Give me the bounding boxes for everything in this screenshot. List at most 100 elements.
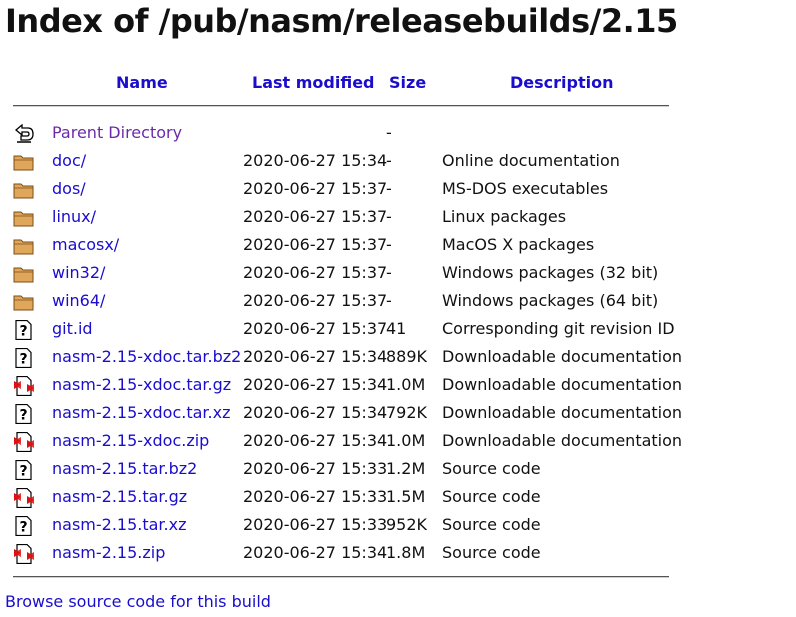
row-date: 2020-06-27 15:33 [243, 515, 388, 534]
table-row: ? nasm-2.15.tar.bz2 2020-06-27 15:33 1.2… [0, 455, 700, 483]
unknown-file-icon: ? [15, 348, 32, 368]
row-date: 2020-06-27 15:34 [243, 543, 388, 562]
row-size: - [386, 207, 392, 226]
unknown-file-icon: ? [15, 404, 32, 424]
row-description: Downloadable documentation [442, 375, 683, 394]
table-row: doc/ 2020-06-27 15:34 - Online documenta… [0, 147, 700, 175]
file-link[interactable]: nasm-2.15-xdoc.zip [52, 427, 209, 455]
svg-text:?: ? [19, 352, 27, 368]
table-row: nasm-2.15-xdoc.zip 2020-06-27 15:34 1.0M… [0, 427, 700, 455]
file-link[interactable]: nasm-2.15-xdoc.tar.gz [52, 371, 231, 399]
table-row: win32/ 2020-06-27 15:37 - Windows packag… [0, 259, 700, 287]
table-row: nasm-2.15.tar.gz 2020-06-27 15:33 1.5M S… [0, 483, 700, 511]
row-date: 2020-06-27 15:34 [243, 403, 388, 422]
compressed-file-icon [14, 544, 34, 564]
row-size: - [386, 291, 392, 310]
row-date: 2020-06-27 15:37 [243, 235, 388, 254]
compressed-file-icon [14, 376, 34, 396]
row-size: 792K [386, 403, 428, 422]
table-row: macosx/ 2020-06-27 15:37 - MacOS X packa… [0, 231, 700, 259]
row-size: 1.2M [386, 459, 426, 478]
folder-icon [13, 155, 34, 171]
folder-icon [13, 295, 34, 311]
file-link[interactable]: git.id [52, 315, 93, 343]
row-size: 41 [386, 319, 407, 338]
folder-icon [13, 267, 34, 283]
parent-directory-link[interactable]: Parent Directory [52, 119, 182, 147]
row-description: Windows packages (32 bit) [442, 263, 659, 282]
row-date: 2020-06-27 15:37 [243, 207, 388, 226]
row-date: 2020-06-27 15:34 [243, 375, 388, 394]
table-row: ? nasm-2.15.tar.xz 2020-06-27 15:33 952K… [0, 511, 700, 539]
header-divider [13, 105, 669, 107]
row-description: Source code [442, 459, 541, 478]
file-link[interactable]: win64/ [52, 287, 105, 315]
column-header-name[interactable]: Name [116, 73, 168, 92]
row-date: 2020-06-27 15:37 [243, 263, 388, 282]
row-size: 1.5M [386, 487, 426, 506]
table-row: dos/ 2020-06-27 15:37 - MS-DOS executabl… [0, 175, 700, 203]
row-date: 2020-06-27 15:34 [243, 347, 388, 366]
footer-divider [13, 576, 669, 578]
row-size: 1.0M [386, 431, 426, 450]
row-description: Linux packages [442, 207, 567, 226]
file-link[interactable]: doc/ [52, 147, 86, 175]
folder-icon [13, 239, 34, 255]
column-header-size[interactable]: Size [389, 73, 426, 92]
row-date: 2020-06-27 15:37 [243, 179, 388, 198]
svg-text:?: ? [19, 408, 27, 424]
table-row: Parent Directory - [0, 119, 700, 147]
file-link[interactable]: nasm-2.15.tar.bz2 [52, 455, 197, 483]
row-size: 1.0M [386, 375, 426, 394]
browse-source-link[interactable]: Browse source code for this build [5, 590, 271, 614]
column-header-last-modified[interactable]: Last modified [252, 73, 375, 92]
file-link[interactable]: nasm-2.15.zip [52, 539, 165, 567]
row-description: Windows packages (64 bit) [442, 291, 659, 310]
file-link[interactable]: win32/ [52, 259, 105, 287]
table-row: nasm-2.15-xdoc.tar.gz 2020-06-27 15:34 1… [0, 371, 700, 399]
row-size: 952K [386, 515, 428, 534]
row-description: Corresponding git revision ID [442, 319, 675, 338]
row-size: - [386, 123, 392, 142]
folder-icon [13, 211, 34, 227]
row-description: Source code [442, 515, 541, 534]
row-date: 2020-06-27 15:34 [243, 151, 388, 170]
unknown-file-icon: ? [15, 460, 32, 480]
file-link[interactable]: nasm-2.15-xdoc.tar.xz [52, 399, 230, 427]
column-header-description[interactable]: Description [510, 73, 613, 92]
row-description: Downloadable documentation [442, 431, 683, 450]
row-size: 1.8M [386, 543, 426, 562]
row-date: 2020-06-27 15:34 [243, 431, 388, 450]
back-arrow-icon [14, 124, 34, 143]
row-description: Source code [442, 543, 541, 562]
row-size: 889K [386, 347, 428, 366]
unknown-file-icon: ? [15, 516, 32, 536]
row-size: - [386, 151, 392, 170]
row-description: Downloadable documentation [442, 403, 683, 422]
row-description: MacOS X packages [442, 235, 595, 254]
svg-text:?: ? [19, 520, 27, 536]
unknown-file-icon: ? [15, 320, 32, 340]
table-row: win64/ 2020-06-27 15:37 - Windows packag… [0, 287, 700, 315]
row-date: 2020-06-27 15:33 [243, 459, 388, 478]
row-size: - [386, 179, 392, 198]
page-title: Index of /pub/nasm/releasebuilds/2.15 [5, 2, 678, 40]
row-description: Downloadable documentation [442, 347, 683, 366]
table-row: linux/ 2020-06-27 15:37 - Linux packages [0, 203, 700, 231]
table-row: nasm-2.15.zip 2020-06-27 15:34 1.8M Sour… [0, 539, 700, 567]
svg-text:?: ? [19, 464, 27, 480]
file-link[interactable]: linux/ [52, 203, 96, 231]
row-date: 2020-06-27 15:33 [243, 487, 388, 506]
file-link[interactable]: nasm-2.15.tar.gz [52, 483, 187, 511]
file-link[interactable]: nasm-2.15.tar.xz [52, 511, 187, 539]
compressed-file-icon [14, 488, 34, 508]
row-description: MS-DOS executables [442, 179, 609, 198]
compressed-file-icon [14, 432, 34, 452]
file-link[interactable]: nasm-2.15-xdoc.tar.bz2 [52, 343, 241, 371]
file-link[interactable]: macosx/ [52, 231, 119, 259]
file-link[interactable]: dos/ [52, 175, 86, 203]
folder-icon [13, 183, 34, 199]
table-row: ? nasm-2.15-xdoc.tar.bz2 2020-06-27 15:3… [0, 343, 700, 371]
row-description: Source code [442, 487, 541, 506]
row-size: - [386, 263, 392, 282]
